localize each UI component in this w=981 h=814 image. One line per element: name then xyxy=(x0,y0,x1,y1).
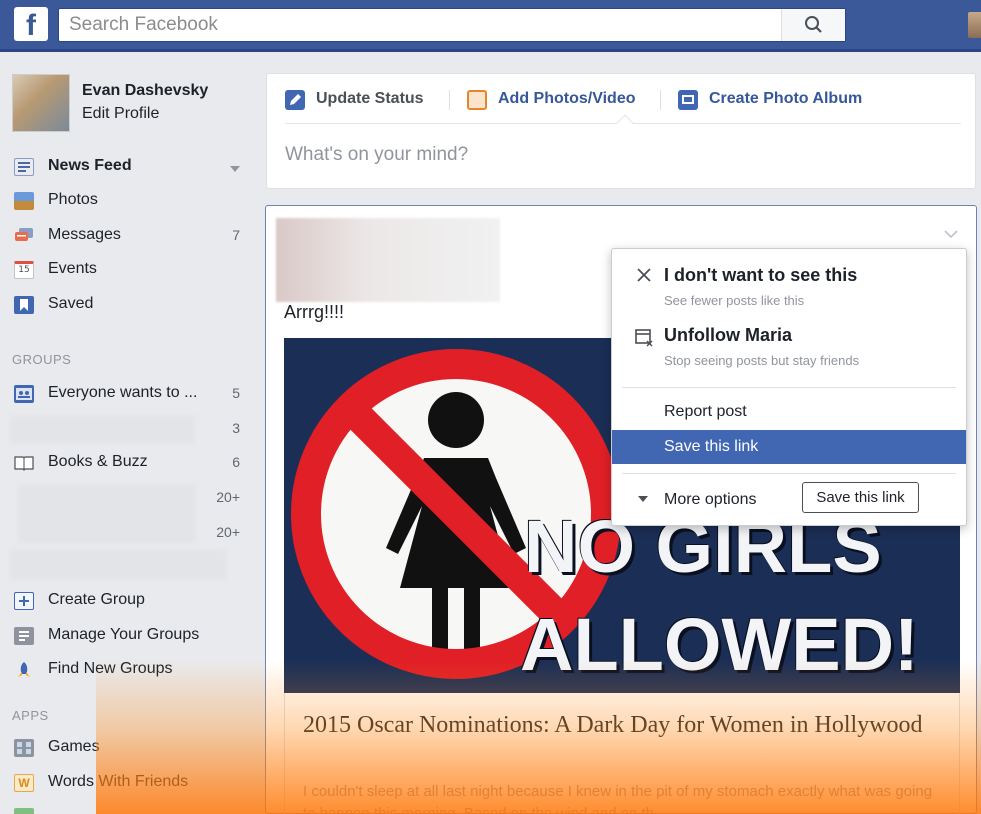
sidebar-group-books-buzz[interactable]: Books & Buzz 6 xyxy=(14,450,246,476)
groups-section-header: GROUPS xyxy=(12,352,72,367)
apps-section-header: APPS xyxy=(12,708,49,723)
app-icon xyxy=(14,808,34,814)
menu-divider xyxy=(622,473,956,474)
sidebar-item-label: Photos xyxy=(48,191,98,208)
create-group-label: Create Group xyxy=(48,591,145,608)
search-box xyxy=(58,8,846,42)
sidebar-group-blurred[interactable]: 3 xyxy=(10,416,246,444)
caret-down-icon xyxy=(638,496,648,502)
sidebar-item-label: Games xyxy=(48,738,100,755)
sidebar-app-partial[interactable] xyxy=(14,804,246,814)
bookmark-icon xyxy=(14,296,34,314)
sidebar-app-games[interactable]: Games xyxy=(14,735,246,761)
rocket-icon xyxy=(14,661,34,679)
album-icon xyxy=(678,90,698,110)
profile-avatar[interactable] xyxy=(12,74,70,132)
sidebar-item-news-feed[interactable]: News Feed xyxy=(14,154,246,180)
post-options-menu: I don't want to see this See fewer posts… xyxy=(611,248,967,526)
sidebar-item-messages[interactable]: Messages 7 xyxy=(14,223,246,249)
sidebar-item-photos[interactable]: Photos xyxy=(14,188,246,214)
list-icon xyxy=(14,627,34,645)
search-icon xyxy=(805,16,822,33)
games-icon xyxy=(14,739,34,757)
photo-icon xyxy=(467,90,487,110)
group-count: 3 xyxy=(232,420,240,436)
left-sidebar: Evan Dashevsky Edit Profile News Feed Ph… xyxy=(0,58,258,814)
top-avatar[interactable] xyxy=(968,12,981,38)
sidebar-item-label: Events xyxy=(48,260,97,277)
close-x-icon xyxy=(634,265,654,285)
post-text: Arrrg!!!! xyxy=(284,302,345,322)
facebook-logo-letter: f xyxy=(26,9,36,42)
tab-label: Add Photos/Video xyxy=(498,90,636,107)
group-icon xyxy=(14,385,34,403)
tab-divider xyxy=(449,90,450,110)
pencil-icon xyxy=(285,90,305,110)
blurred-group-name xyxy=(10,416,194,444)
top-bar: f xyxy=(0,0,981,52)
sidebar-item-events[interactable]: 15 Events xyxy=(14,257,246,283)
report-post-option[interactable]: Report post xyxy=(612,395,966,429)
edit-profile-link[interactable]: Edit Profile xyxy=(82,105,159,123)
status-input[interactable]: What's on your mind? xyxy=(285,144,468,166)
sidebar-item-label: Words With Friends xyxy=(48,773,189,790)
photos-icon xyxy=(14,192,34,210)
sidebar-item-saved[interactable]: Saved xyxy=(14,292,246,318)
messages-count: 7 xyxy=(232,227,240,243)
sidebar-item-label: Messages xyxy=(48,226,121,243)
group-count: 20+ xyxy=(216,489,240,505)
sidebar-group-blurred-3[interactable]: 20+ xyxy=(14,520,246,546)
more-options-label: More options xyxy=(664,491,757,508)
news-feed-chevron-icon[interactable] xyxy=(230,160,240,176)
unfollow-subtitle: Stop seeing posts but stay friends xyxy=(664,353,860,368)
sidebar-item-label: Everyone wants to ... xyxy=(48,384,198,401)
search-input[interactable] xyxy=(59,9,781,41)
unfollow-icon xyxy=(634,327,654,347)
group-count: 6 xyxy=(232,454,240,470)
sidebar-item-label: News Feed xyxy=(48,157,132,174)
menu-divider xyxy=(622,387,956,388)
link-description: I couldn't sleep at all last night becau… xyxy=(303,783,933,814)
book-icon xyxy=(14,454,34,472)
save-link-option[interactable]: Save this link xyxy=(612,430,966,464)
tab-divider xyxy=(660,90,661,110)
sidebar-app-words[interactable]: W Words With Friends xyxy=(14,770,246,796)
calendar-icon: 15 xyxy=(14,261,34,279)
profile-name[interactable]: Evan Dashevsky xyxy=(82,82,208,100)
image-headline-line2: ALLOWED! xyxy=(520,603,919,686)
hide-post-subtitle: See fewer posts like this xyxy=(664,293,805,308)
find-groups-link[interactable]: Find New Groups xyxy=(14,657,246,683)
find-groups-label: Find New Groups xyxy=(48,660,173,677)
plus-icon xyxy=(14,592,34,610)
group-count: 20+ xyxy=(216,524,240,540)
status-composer: Update Status Add Photos/Video Create Ph… xyxy=(266,73,976,189)
unfollow-option[interactable]: Unfollow Maria xyxy=(664,325,792,346)
save-link-label: Save this link xyxy=(664,438,759,455)
link-title[interactable]: 2015 Oscar Nominations: A Dark Day for W… xyxy=(303,709,933,741)
link-preview[interactable]: 2015 Oscar Nominations: A Dark Day for W… xyxy=(284,693,960,814)
hide-post-option[interactable]: I don't want to see this xyxy=(664,265,857,286)
blurred-post-author xyxy=(276,218,500,302)
facebook-logo[interactable]: f xyxy=(14,7,48,42)
words-with-friends-icon: W xyxy=(14,774,34,792)
blurred-group-name xyxy=(10,550,226,580)
post-options-chevron-icon[interactable] xyxy=(944,224,958,239)
news-feed-icon xyxy=(14,158,34,176)
save-link-tooltip: Save this link xyxy=(802,482,919,513)
tab-label: Create Photo Album xyxy=(709,90,863,107)
sidebar-group-everyone[interactable]: Everyone wants to ... 5 xyxy=(14,381,246,407)
report-post-label: Report post xyxy=(664,403,747,420)
tab-label: Update Status xyxy=(316,90,424,107)
sidebar-group-blurred-2[interactable]: 20+ xyxy=(14,485,246,543)
manage-groups-link[interactable]: Manage Your Groups xyxy=(14,623,246,649)
sidebar-item-label: Books & Buzz xyxy=(48,453,148,470)
group-count: 5 xyxy=(232,385,240,401)
sidebar-item-label: Saved xyxy=(48,295,94,312)
messages-icon xyxy=(14,227,34,245)
manage-groups-label: Manage Your Groups xyxy=(48,626,200,643)
active-tab-notch xyxy=(616,114,634,132)
create-group-link[interactable]: Create Group xyxy=(14,588,246,614)
search-button[interactable] xyxy=(781,9,845,41)
